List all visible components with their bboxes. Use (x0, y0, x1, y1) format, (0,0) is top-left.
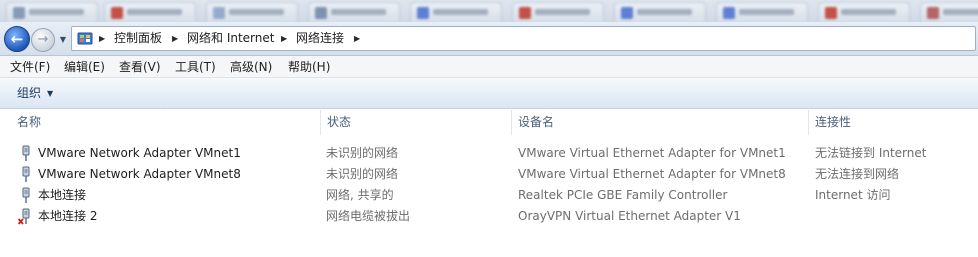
connection-connectivity: Internet 访问 (815, 188, 891, 202)
connection-status: 未识别的网络 (326, 167, 399, 181)
browser-tab[interactable] (818, 2, 910, 22)
browser-tab[interactable] (716, 2, 808, 22)
connection-device: VMware Virtual Ethernet Adapter for VMne… (518, 146, 786, 160)
menu-tools[interactable]: 工具(T) (175, 56, 216, 78)
connection-device: Realtek PCIe GBE Family Controller (518, 188, 728, 202)
browser-tab[interactable] (206, 2, 298, 22)
column-divider[interactable] (320, 110, 321, 135)
column-header-status[interactable]: 状态 (327, 110, 351, 135)
menu-edit[interactable]: 编辑(E) (64, 56, 105, 78)
connection-status: 网络, 共享的 (326, 188, 394, 202)
column-divider[interactable] (511, 110, 512, 135)
network-adapter-icon (22, 145, 30, 161)
network-adapter-icon (22, 187, 30, 203)
menu-view[interactable]: 查看(V) (119, 56, 161, 78)
forward-button[interactable]: → (31, 28, 55, 52)
menu-advanced[interactable]: 高级(N) (230, 56, 272, 78)
browser-tab[interactable] (512, 2, 604, 22)
list-item[interactable]: 本地连接 2 网络电缆被拔出 OrayVPN Virtual Ethernet … (0, 206, 978, 227)
menu-bar: 文件(F) 编辑(E) 查看(V) 工具(T) 高级(N) 帮助(H) (0, 56, 978, 78)
menu-help[interactable]: 帮助(H) (288, 56, 330, 78)
organize-button[interactable]: 组织 (17, 78, 41, 109)
connection-name: 本地连接 2 (38, 209, 98, 223)
connection-status: 网络电缆被拔出 (326, 209, 411, 223)
recent-pages-dropdown-icon[interactable]: ▼ (57, 34, 69, 46)
network-adapter-disconnected-icon (18, 208, 30, 225)
navigation-bar: ← → ▼ ▶ 控制面板 ▶ 网络和 Internet ▶ 网络连接 ▶ (0, 22, 978, 56)
list-item[interactable]: VMware Network Adapter VMnet8 未识别的网络 VMw… (0, 164, 978, 185)
column-header-name[interactable]: 名称 (17, 110, 41, 135)
column-header-device[interactable]: 设备名 (518, 110, 554, 135)
command-bar: 组织 ▼ (0, 78, 978, 109)
menu-file[interactable]: 文件(F) (10, 56, 50, 78)
browser-tab[interactable] (920, 2, 978, 22)
breadcrumb-item[interactable]: 网络连接 (296, 27, 344, 50)
breadcrumb-item[interactable]: 网络和 Internet (187, 27, 274, 50)
back-button[interactable]: ← (4, 26, 30, 52)
tab-strip (0, 0, 978, 22)
breadcrumb-separator-icon[interactable]: ▶ (99, 27, 105, 50)
browser-tab[interactable] (6, 2, 98, 22)
connection-device: VMware Virtual Ethernet Adapter for VMne… (518, 167, 786, 181)
control-panel-icon (77, 32, 93, 45)
breadcrumb-separator-icon[interactable]: ▶ (281, 27, 287, 50)
breadcrumb-item[interactable]: 控制面板 (114, 27, 162, 50)
browser-tab[interactable] (410, 2, 502, 22)
column-header-row: 名称 状态 设备名 连接性 (0, 110, 978, 135)
connection-name: VMware Network Adapter VMnet1 (38, 146, 241, 160)
list-item[interactable]: VMware Network Adapter VMnet1 未识别的网络 VMw… (0, 143, 978, 164)
list-item[interactable]: 本地连接 网络, 共享的 Realtek PCIe GBE Family Con… (0, 185, 978, 206)
network-adapter-icon (22, 166, 30, 182)
column-divider[interactable] (808, 110, 809, 135)
chevron-down-icon[interactable]: ▼ (47, 78, 53, 109)
connection-connectivity: 无法连接到网络 (815, 167, 900, 181)
browser-tab[interactable] (614, 2, 706, 22)
column-header-connectivity[interactable]: 连接性 (815, 110, 851, 135)
connection-device: OrayVPN Virtual Ethernet Adapter V1 (518, 209, 741, 223)
connection-name: VMware Network Adapter VMnet8 (38, 167, 241, 181)
connection-status: 未识别的网络 (326, 146, 399, 160)
breadcrumb-separator-icon[interactable]: ▶ (354, 27, 360, 50)
breadcrumb-separator-icon[interactable]: ▶ (172, 27, 178, 50)
browser-tab[interactable] (104, 2, 196, 22)
connection-name: 本地连接 (38, 188, 87, 202)
address-bar[interactable]: ▶ 控制面板 ▶ 网络和 Internet ▶ 网络连接 ▶ (71, 26, 976, 51)
browser-tab[interactable] (308, 2, 400, 22)
connection-connectivity: 无法链接到 Internet (815, 146, 927, 160)
